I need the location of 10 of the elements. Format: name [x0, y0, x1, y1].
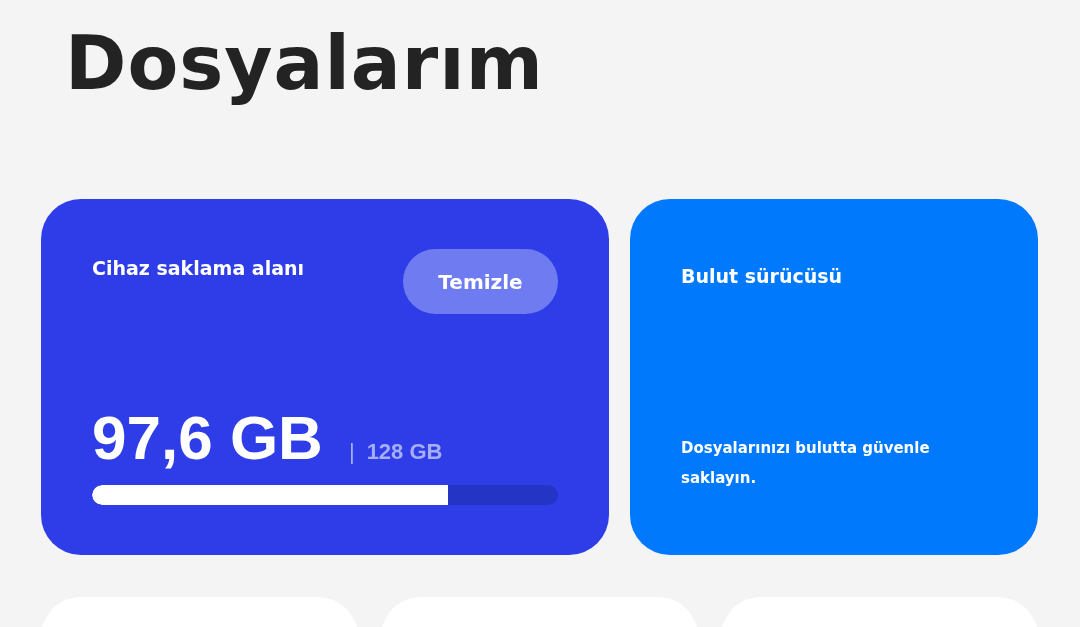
card-title: Bulut sürücüsü: [681, 265, 844, 287]
storage-card[interactable]: Cihaz saklama alanı Temizle 97,6 GB | 128 GB: [41, 199, 609, 555]
page-title: Dosyalarım: [64, 19, 545, 108]
total-storage: 128 GB: [366, 439, 443, 465]
clean-button[interactable]: Temizle: [403, 249, 558, 314]
card-title: Cihaz saklama alanı: [92, 257, 304, 279]
separator: |: [348, 439, 355, 465]
cloud-card[interactable]: Bulut sürücüsü Dosyalarınızı bulutta güvenle saklayın.: [630, 199, 1038, 555]
card-description: Dosyalarınızı bulutta güvenle saklayın.: [681, 438, 931, 489]
used-storage: 97,6 GB: [92, 403, 323, 473]
